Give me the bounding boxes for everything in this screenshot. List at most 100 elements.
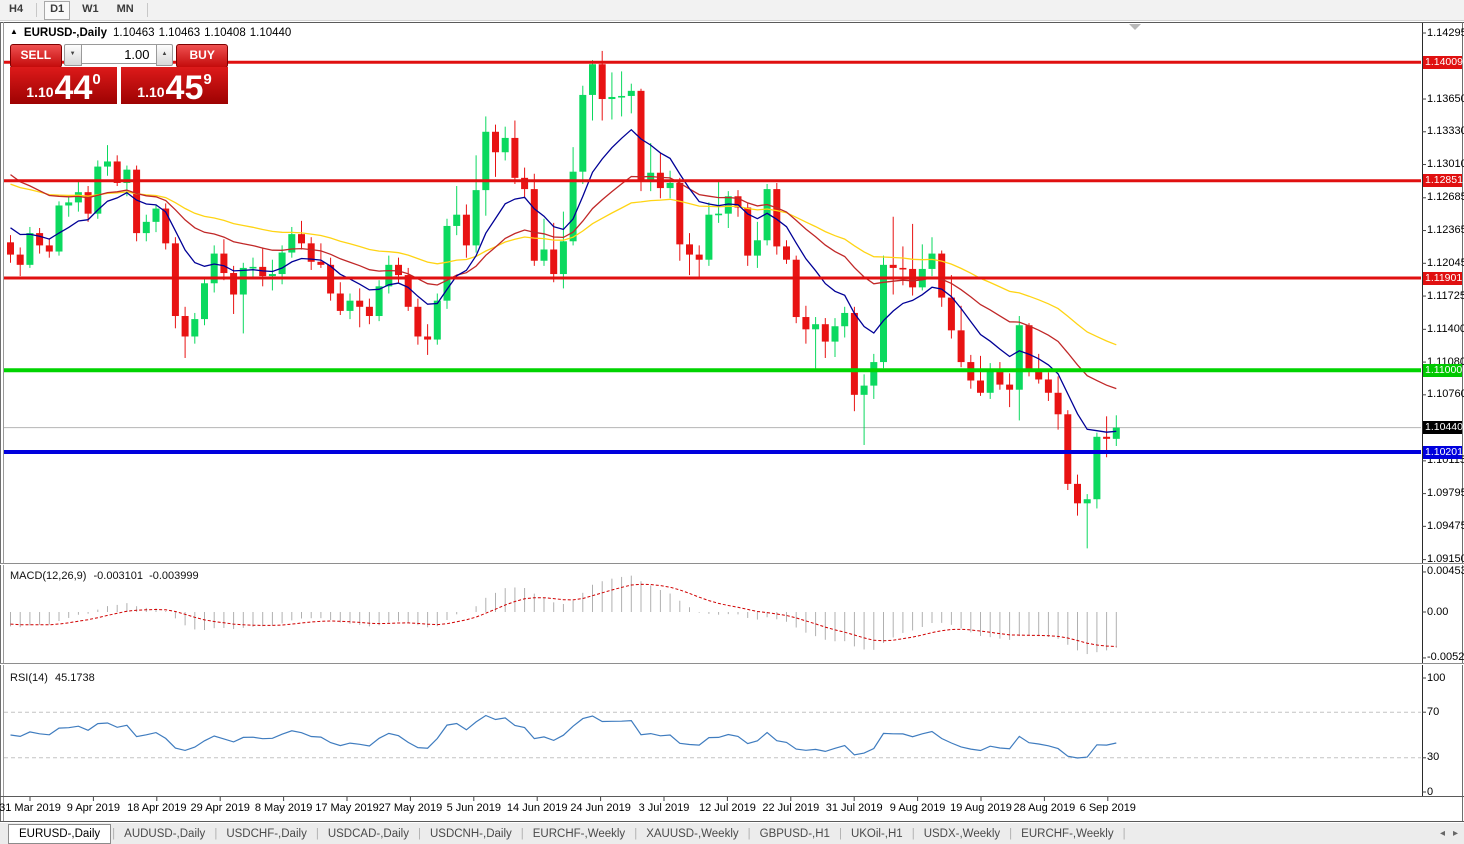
tab-audusd-daily[interactable]: AUDUSD-,Daily	[116, 827, 213, 841]
toolbar-separator	[146, 3, 148, 17]
tab-separator: |	[1009, 827, 1013, 840]
rsi-tick-label: 70	[1427, 705, 1440, 718]
volume-input[interactable]	[81, 44, 156, 64]
timeframe-button-d1[interactable]: D1	[44, 0, 71, 20]
level-lines-layer	[4, 60, 1421, 455]
buy-price-sup: 9	[203, 71, 212, 88]
date-axis-label: 29 Apr 2019	[190, 802, 250, 814]
date-axis-label: 5 Jun 2019	[446, 802, 502, 814]
date-axis-divider	[0, 796, 1464, 797]
price-tick-label: 1.10760	[1427, 388, 1464, 401]
rsi-value: 45.1738	[54, 672, 95, 684]
timeframe-toolbar: H4 D1 W1 MN	[0, 0, 1464, 20]
price-badge-1.11000: 1.11000	[1423, 363, 1463, 377]
macd-signal-value: -0.003999	[149, 570, 199, 582]
tab-usdcad-daily[interactable]: USDCAD-,Daily	[320, 827, 417, 841]
date-axis-label: 8 May 2019	[254, 802, 313, 814]
sell-price-display[interactable]: 1.10 44 0	[10, 67, 117, 105]
date-axis-label: 19 Aug 2019	[950, 802, 1012, 814]
tab-usdchf-daily[interactable]: USDCHF-,Daily	[218, 827, 315, 841]
date-axis-label: 31 Jul 2019	[825, 802, 883, 814]
buy-price-prefix: 1.10	[137, 84, 165, 100]
tab-ukoil-h1[interactable]: UKOil-,H1	[843, 827, 911, 841]
chart-window-top-border	[0, 22, 1464, 23]
date-axis-label: 27 May 2019	[378, 802, 443, 814]
price-tick-label: 1.09150	[1427, 553, 1464, 566]
buy-button[interactable]: BUY	[176, 44, 228, 68]
nav-left-icon[interactable]: ◂	[1440, 828, 1445, 839]
tab-separator: |	[911, 827, 915, 840]
tab-eurchf-weekly[interactable]: EURCHF-,Weekly	[1013, 827, 1121, 841]
toolbar-separator	[36, 3, 38, 17]
price-tick-label: 1.09475	[1427, 519, 1464, 532]
price-badge-1.10201: 1.10201	[1423, 445, 1463, 459]
candles-layer	[7, 50, 1120, 549]
tab-separator: |	[838, 827, 842, 840]
rsi-tick-label: 0	[1427, 785, 1434, 798]
sell-price-sup: 0	[92, 71, 101, 88]
tab-xauusd-weekly[interactable]: XAUUSD-,Weekly	[638, 827, 746, 841]
tab-usdcnh-daily[interactable]: USDCNH-,Daily	[422, 827, 520, 841]
moving-average-24	[10, 174, 1117, 390]
macd-label: MACD(12,26,9) -0.003101 -0.003999	[10, 570, 199, 582]
tab-separator: |	[315, 827, 319, 840]
toolbar-divider	[0, 20, 1464, 21]
macd-tick-label: -0.005205	[1427, 651, 1464, 664]
tab-separator: |	[1122, 827, 1126, 840]
sell-button[interactable]: SELL	[10, 44, 62, 68]
price-tick-label: 1.11400	[1427, 322, 1464, 335]
chart-title: ▲ EURUSD-,Daily 1.10463 1.10463 1.10408 …	[10, 26, 291, 39]
date-axis-label: 14 Jun 2019	[506, 802, 568, 814]
rsi-layer	[4, 711, 1421, 759]
ohlc-low: 1.10408	[204, 26, 246, 39]
spin-down-icon: ▼	[69, 51, 76, 57]
tab-separator: |	[214, 827, 218, 840]
rsi-tick-label: 30	[1427, 751, 1440, 764]
price-tick-label: 1.09795	[1427, 487, 1464, 500]
rsi-panel-divider-light	[0, 664, 1464, 665]
collapse-triangle-icon[interactable]: ▲	[10, 27, 18, 36]
ohlc-high: 1.10463	[158, 26, 201, 39]
date-axis-label: 22 Jul 2019	[762, 802, 820, 814]
ohlc-open: 1.10463	[113, 26, 155, 39]
price-tick-label: 1.14295	[1427, 26, 1464, 39]
price-badge-1.14009: 1.14009	[1423, 55, 1463, 69]
price-tick-label: 1.12045	[1427, 256, 1464, 269]
tab-separator: |	[747, 827, 751, 840]
price-badge-1.11901: 1.11901	[1423, 271, 1463, 285]
tab-gbpusd-h1[interactable]: GBPUSD-,H1	[752, 827, 838, 841]
volume-increase-button[interactable]: ▲	[155, 44, 174, 66]
one-click-trade-panel: SELL ▼ ▲ BUY 1.10 44 0 1.10 45 9	[10, 44, 228, 105]
tab-separator: |	[417, 827, 421, 840]
date-axis-label: 17 May 2019	[315, 802, 379, 814]
macd-layer	[10, 575, 1117, 655]
volume-decrease-button[interactable]: ▼	[63, 44, 82, 66]
chart-tab-bar: EURUSD-,Daily | AUDUSD-,Daily | USDCHF-,Dail…	[0, 823, 1464, 844]
chart-canvas	[4, 32, 1426, 801]
timeframe-button-h4[interactable]: H4	[3, 1, 29, 20]
price-axis-divider	[1422, 23, 1423, 796]
rsi-tick-label: 100	[1427, 671, 1446, 684]
moving-average-45	[10, 183, 1117, 346]
spin-up-icon: ▲	[161, 51, 168, 57]
nav-right-icon[interactable]: ▸	[1453, 828, 1458, 839]
tab-usdx-weekly[interactable]: USDX-,Weekly	[916, 827, 1008, 841]
date-axis-label: 9 Aug 2019	[889, 802, 946, 814]
timeframe-button-mn[interactable]: MN	[111, 1, 140, 20]
sell-price-prefix: 1.10	[26, 84, 54, 100]
buy-price-display[interactable]: 1.10 45 9	[121, 67, 228, 105]
tab-eurchf-weekly[interactable]: EURCHF-,Weekly	[525, 827, 633, 841]
date-axis-label: 12 Jul 2019	[698, 802, 756, 814]
tab-nav-arrows: ◂ ▸	[1440, 828, 1458, 839]
price-badge-1.12851: 1.12851	[1423, 174, 1463, 188]
macd-main-value: -0.003101	[93, 570, 144, 582]
tab-eurusd-daily[interactable]: EURUSD-,Daily	[8, 823, 112, 844]
timeframe-button-w1[interactable]: W1	[76, 1, 105, 20]
chart-window-bottom-border	[0, 821, 1464, 822]
date-axis-label: 24 Jun 2019	[570, 802, 631, 814]
price-tick-label: 1.13010	[1427, 158, 1464, 171]
date-axis-label: 18 Apr 2019	[127, 802, 187, 814]
tab-separator: |	[520, 827, 524, 840]
chart-shift-marker-icon[interactable]	[1129, 24, 1141, 30]
macd-panel-divider-light	[0, 564, 1464, 565]
